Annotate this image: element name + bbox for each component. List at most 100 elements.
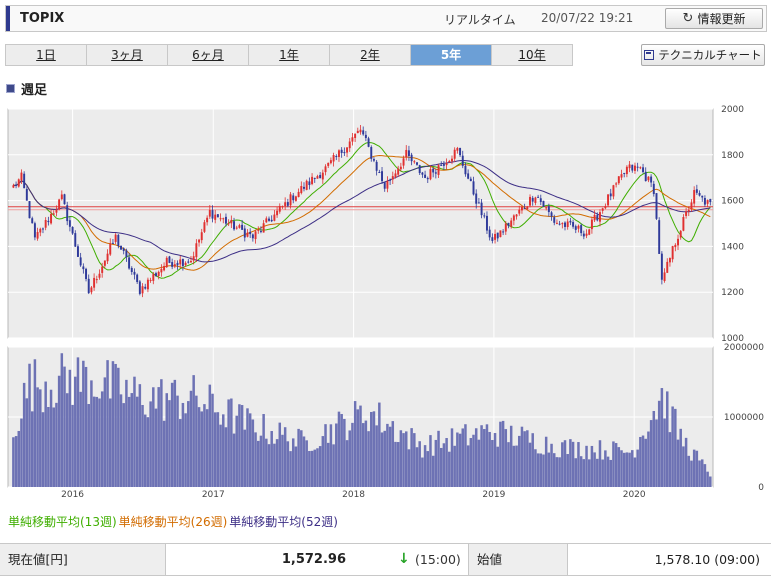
candle-body <box>475 193 478 204</box>
volume-bar <box>547 452 551 487</box>
candle-body <box>324 166 327 173</box>
candle-body <box>529 196 531 206</box>
candle-body <box>480 202 483 216</box>
candle-body <box>101 266 104 273</box>
volume-bar <box>111 361 115 487</box>
candle-body <box>265 218 268 223</box>
tab-10y[interactable]: 10年 <box>492 45 573 65</box>
candle-body <box>386 180 389 189</box>
volume-bar <box>450 428 454 487</box>
volume-bar <box>663 418 666 487</box>
candle-body <box>173 264 176 267</box>
volume-bar <box>501 420 505 487</box>
tab-2y[interactable]: 2年 <box>330 45 411 65</box>
volume-bar <box>593 452 596 487</box>
window-icon <box>644 50 655 60</box>
volume-bar <box>404 431 408 487</box>
candle-body <box>235 227 238 229</box>
tab-1d[interactable]: 1日 <box>6 45 87 65</box>
volume-bar <box>596 458 599 487</box>
candle-body <box>469 178 472 182</box>
candle-body <box>117 234 120 246</box>
candle-body <box>259 231 262 233</box>
volume-bar <box>655 419 658 487</box>
volume-bar <box>197 407 201 487</box>
volume-bar <box>439 447 443 487</box>
candle-body <box>319 174 322 179</box>
volume-bar <box>456 432 459 487</box>
volume-bar <box>477 439 481 487</box>
candle-body <box>155 273 157 276</box>
volume-bar <box>49 389 53 487</box>
candle-body <box>416 162 418 165</box>
candle-body <box>372 159 375 161</box>
volume-bar <box>173 379 177 487</box>
candle-body <box>674 244 677 248</box>
candle-body <box>144 286 147 289</box>
refresh-button[interactable]: ↻ 情報更新 <box>665 8 763 29</box>
candle-body <box>343 152 346 154</box>
volume-bar <box>628 452 631 487</box>
candle-body <box>362 130 365 135</box>
volume-bar <box>499 421 502 487</box>
tab-5y[interactable]: 5年 <box>411 45 492 65</box>
volume-bar <box>601 459 604 487</box>
period-tabs: 1日 3ヶ月 6ヶ月 1年 2年 5年 10年 <box>5 44 573 66</box>
candle-body <box>359 129 362 133</box>
candle-body <box>160 268 163 273</box>
candle-body <box>356 130 359 134</box>
volume-bar <box>318 446 322 487</box>
volume-bar <box>203 404 206 487</box>
volume-bar <box>445 438 448 487</box>
candle-body <box>569 220 572 223</box>
candle-body <box>491 237 494 241</box>
volume-bar <box>119 394 123 487</box>
candle-body <box>90 287 93 293</box>
tab-3m[interactable]: 3ヶ月 <box>87 45 168 65</box>
candle-body <box>332 155 335 162</box>
volume-bar <box>657 400 661 487</box>
candle-body <box>615 183 618 185</box>
volume-bar <box>60 353 64 487</box>
volume-bar <box>700 459 704 487</box>
tab-1y[interactable]: 1年 <box>249 45 330 65</box>
volume-bar <box>181 402 185 487</box>
candle-body <box>472 181 475 195</box>
volume-bar <box>625 452 629 487</box>
volume-bar <box>579 456 583 487</box>
volume-bar <box>76 357 80 487</box>
technical-chart-button[interactable]: テクニカルチャート <box>641 44 765 66</box>
price-y-tick-label: 1400 <box>721 242 744 252</box>
candle-body <box>243 228 246 238</box>
volume-bar <box>703 464 707 487</box>
candle-body <box>668 258 671 263</box>
tab-6m[interactable]: 6ヶ月 <box>168 45 249 65</box>
candle-body <box>268 218 270 221</box>
volume-bar <box>222 414 225 487</box>
volume-bar <box>143 414 147 487</box>
volume-bar <box>257 440 260 487</box>
volume-bar <box>604 450 607 487</box>
candle-body <box>367 138 370 147</box>
volume-bar <box>552 453 556 487</box>
volume-bar <box>74 376 77 487</box>
volume-bar <box>47 406 50 487</box>
candle-body <box>23 173 26 189</box>
candle-body <box>695 189 698 193</box>
candle-body <box>623 172 626 174</box>
volume-bar <box>87 404 90 487</box>
square-bullet-icon <box>6 84 15 93</box>
candle-body <box>246 232 249 237</box>
candle-body <box>698 192 701 196</box>
candle-body <box>103 260 106 266</box>
candle-body <box>222 218 225 220</box>
volume-bar <box>337 411 341 487</box>
candle-body <box>663 272 666 282</box>
x-tick-label: 2020 <box>623 490 646 500</box>
volume-bar <box>170 382 174 487</box>
candle-body <box>176 262 179 266</box>
candle-body <box>138 281 141 294</box>
candle-body <box>394 173 397 177</box>
candle-body <box>378 171 381 173</box>
candle-body <box>418 165 421 174</box>
